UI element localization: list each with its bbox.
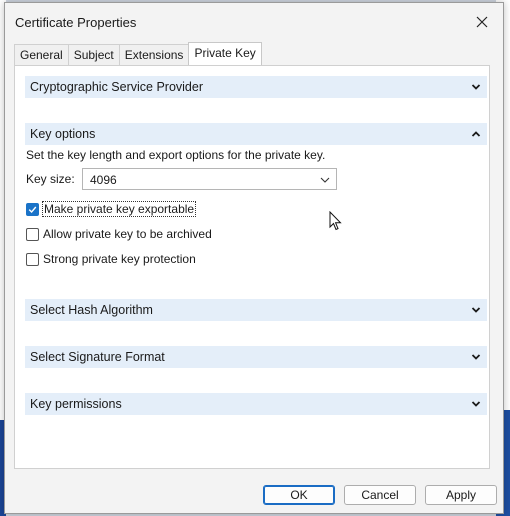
strong-protection-label: Strong private key protection [43,252,196,266]
chevron-down-icon [471,84,481,90]
close-button[interactable] [469,11,495,33]
private-key-panel: Cryptographic Service Provider Key optio… [14,65,490,469]
checkmark-icon [28,206,37,213]
section-hash-header[interactable]: Select Hash Algorithm [25,299,487,321]
section-signature-header[interactable]: Select Signature Format [25,346,487,368]
tab-extensions[interactable]: Extensions [118,44,190,65]
chevron-down-icon [471,354,481,360]
key-size-select[interactable]: 4096 [82,168,337,190]
checkbox-row-archived[interactable]: Allow private key to be archived [26,226,212,242]
chevron-up-icon [471,131,481,137]
archived-label: Allow private key to be archived [43,227,212,241]
title-bar: Certificate Properties [5,3,503,39]
close-icon [476,16,488,28]
tab-private-key[interactable]: Private Key [188,42,262,65]
checkbox-row-exportable[interactable]: Make private key exportable [26,201,197,217]
strong-protection-checkbox[interactable] [26,252,39,266]
section-csp-label: Cryptographic Service Provider [30,80,203,94]
archived-checkbox[interactable] [26,227,39,241]
apply-button[interactable]: Apply [425,485,497,505]
section-csp-header[interactable]: Cryptographic Service Provider [25,76,487,98]
cancel-button[interactable]: Cancel [344,485,416,505]
key-size-label: Key size: [26,172,75,186]
window-title: Certificate Properties [15,15,137,30]
tab-subject[interactable]: Subject [67,44,120,65]
tab-bar: General Subject Extensions Private Key [14,42,262,66]
certificate-properties-dialog: Certificate Properties General Subject E… [4,2,504,514]
chevron-down-icon [320,177,330,183]
key-options-description: Set the key length and export options fo… [26,148,326,162]
chevron-down-icon [471,307,481,313]
section-key-options-label: Key options [30,127,96,141]
section-permissions-label: Key permissions [30,397,122,411]
section-signature-label: Select Signature Format [30,350,165,364]
key-size-value: 4096 [90,173,117,187]
checkbox-row-strong-protection[interactable]: Strong private key protection [26,251,196,267]
section-key-options-header[interactable]: Key options [25,123,487,145]
ok-button[interactable]: OK [263,485,335,505]
exportable-label: Make private key exportable [41,201,197,217]
mouse-cursor-icon [329,211,342,231]
exportable-checkbox[interactable] [26,202,39,216]
chevron-down-icon [471,401,481,407]
tab-general[interactable]: General [14,44,69,65]
section-permissions-header[interactable]: Key permissions [25,393,487,415]
section-hash-label: Select Hash Algorithm [30,303,153,317]
